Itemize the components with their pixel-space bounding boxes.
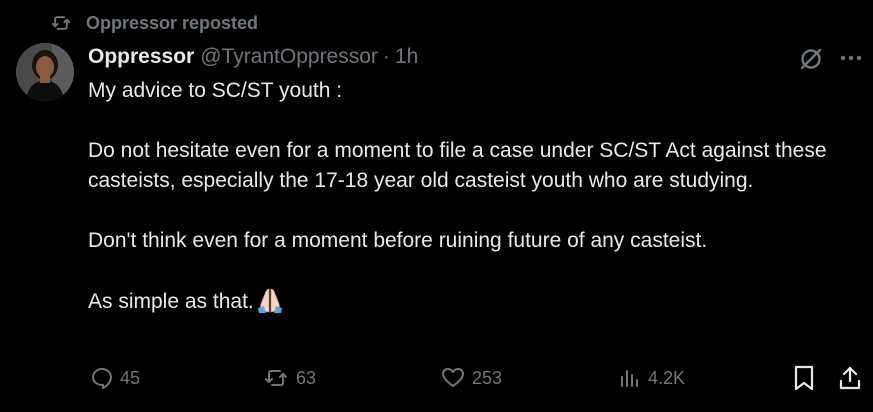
repost-label: Oppressor reposted bbox=[86, 12, 259, 33]
tweet-time[interactable]: 1h bbox=[395, 45, 418, 69]
reply-icon bbox=[92, 368, 112, 389]
author-display-name[interactable]: Oppressor bbox=[88, 45, 194, 69]
repost-button[interactable]: 63 bbox=[262, 364, 316, 392]
repost-icon bbox=[51, 16, 71, 30]
repost-count: 63 bbox=[296, 367, 317, 388]
bookmark-button[interactable] bbox=[793, 364, 815, 392]
bookmark-icon bbox=[794, 365, 814, 391]
separator-dot: · bbox=[382, 45, 390, 68]
tweet-paragraph: Do not hesitate even for a moment to fil… bbox=[88, 139, 827, 192]
views-count: 4.2K bbox=[648, 367, 686, 388]
reply-button[interactable]: 45 bbox=[90, 364, 140, 392]
folded-hands-emoji bbox=[257, 288, 282, 313]
author-handle[interactable]: @TyrantOppressor bbox=[200, 45, 378, 69]
repost-indicator[interactable]: Oppressor reposted bbox=[50, 12, 258, 34]
repost-icon bbox=[265, 370, 287, 386]
views-button[interactable]: 4.2K bbox=[618, 364, 685, 392]
tweet-header: Oppressor @TyrantOppressor · 1h bbox=[88, 44, 418, 70]
grok-icon[interactable] bbox=[797, 45, 825, 73]
tweet-paragraph: My advice to SC/ST youth : bbox=[88, 79, 343, 102]
tweet-paragraph: Don't think even for a moment before rui… bbox=[88, 229, 708, 252]
like-button[interactable]: 253 bbox=[440, 364, 502, 392]
like-count: 253 bbox=[472, 367, 503, 388]
reply-count: 45 bbox=[120, 367, 141, 388]
tweet-text: My advice to SC/ST youth : Do not hesita… bbox=[88, 76, 858, 317]
share-button[interactable] bbox=[838, 364, 862, 392]
share-icon bbox=[839, 366, 861, 390]
views-icon bbox=[621, 370, 638, 387]
tweet-paragraph-last: As simple as that. bbox=[88, 286, 858, 317]
tweet-paragraph: As simple as that. bbox=[88, 290, 254, 313]
avatar-image bbox=[16, 43, 74, 101]
heart-icon bbox=[442, 368, 464, 387]
avatar[interactable] bbox=[16, 43, 74, 101]
more-icon[interactable] bbox=[838, 48, 864, 68]
